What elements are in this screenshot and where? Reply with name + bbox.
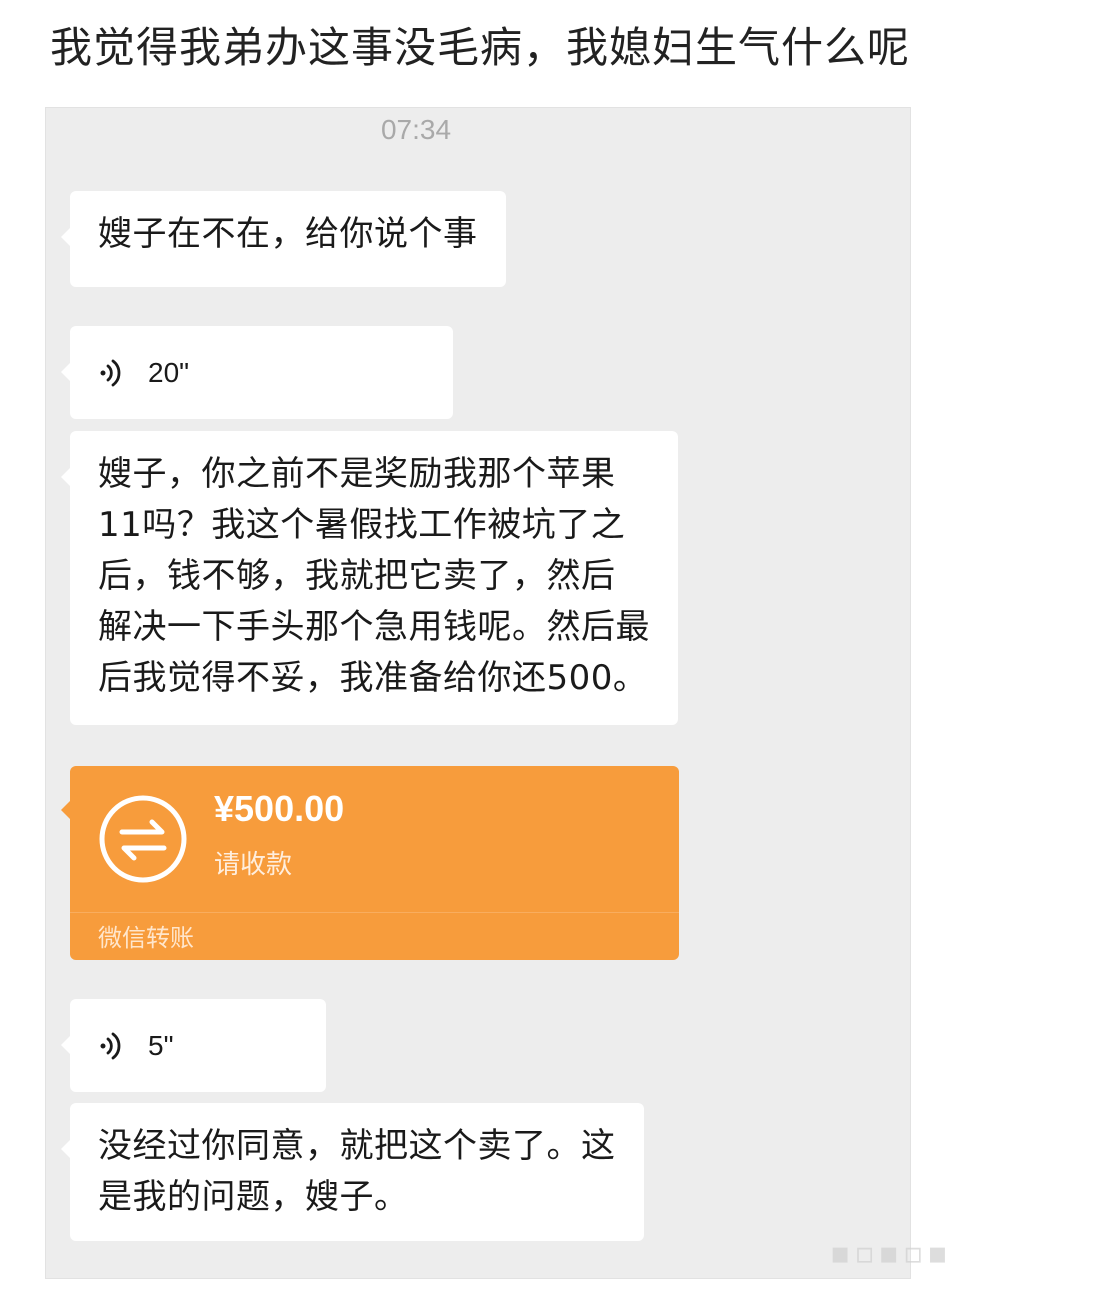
voice-wave-icon [100,1032,121,1059]
transfer-footer: 微信转账 [98,924,194,952]
transfer-amount: ¥500.00 [214,788,345,829]
voice-duration: 20" [148,356,190,388]
voice-message-bubble[interactable]: 5" [61,999,326,1092]
message-timestamp: 07:34 [380,114,452,145]
chat-screen: 07:34 嫂子在不在，给你说个事 20" 嫂子，你之前不是奖励我那个苹果 11… [45,107,911,1279]
transfer-divider [70,912,679,913]
message-bubble[interactable]: 嫂子，你之前不是奖励我那个苹果 11吗？我这个暑假找工作被坑了之 后，钱不够，我… [61,431,678,725]
transfer-arrows-icon [99,795,187,883]
transfer-card[interactable]: ¥500.00 请收款 微信转账 [61,766,679,960]
message-bubble[interactable]: 嫂子在不在，给你说个事 [61,191,506,287]
watermark: ▪▫▪▫▪ [830,1236,952,1271]
voice-wave-icon [100,359,121,386]
transfer-status: 请收款 [214,850,293,880]
post-title: 我觉得我弟办这事没毛病，我媳妇生气什么呢 [50,23,911,72]
message-bubble[interactable]: 没经过你同意，就把这个卖了。这 是我的问题，嫂子。 [61,1103,644,1241]
voice-duration: 5" [148,1029,174,1061]
voice-message-bubble[interactable]: 20" [61,326,453,419]
